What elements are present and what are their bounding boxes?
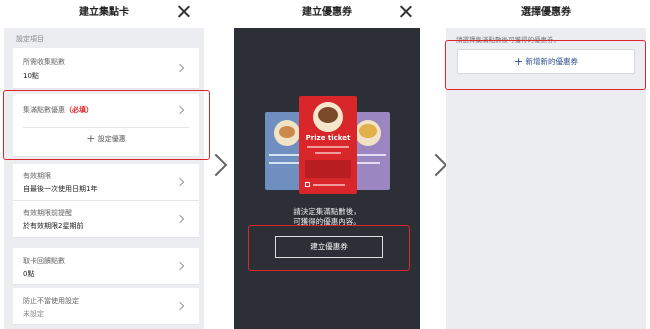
prevent-misuse-row[interactable]: 防止不當使用設定 未設定 [13,288,199,325]
bonus-points-value: 0點 [23,270,35,278]
points-needed-value: 10點 [23,72,39,80]
page-title: 建立優惠券 [302,7,352,18]
reminder-value: 於有效期限2星期前 [23,222,84,230]
reminder-row[interactable]: 有效期限前提醒 於有效期限2星期前 [13,201,199,238]
chevron-right-icon [175,301,185,311]
chevron-right-icon [175,214,185,224]
arrow-right-icon [424,153,448,177]
chevron-right-icon [175,63,185,73]
highlight-box [445,40,646,90]
highlight-box [248,225,410,271]
prevent-misuse-label: 防止不當使用設定 [23,297,79,305]
page-title: 選擇優惠券 [521,7,571,18]
chevron-right-icon [175,261,185,271]
validity-label: 有效期限 [23,172,51,180]
bonus-points-label: 取卡回饋點數 [23,257,65,265]
highlight-box [3,90,210,160]
bonus-points-row[interactable]: 取卡回饋點數 0點 [13,248,199,285]
ticket-title: Prize ticket [305,134,351,142]
points-needed-row[interactable]: 所需收集點數 10點 [13,48,199,89]
instruction-line-1: 請決定集滿點數後， [293,207,361,216]
close-icon[interactable] [176,3,192,21]
coupon-instruction: 請決定集滿點數後， 可獲得的優惠內容。 [234,207,420,227]
prevent-misuse-value: 未設定 [23,310,44,318]
points-needed-label: 所需收集點數 [23,58,65,66]
validity-row[interactable]: 有效期限 自最後一次使用日期1年 [13,164,199,201]
page-title: 建立集點卡 [79,7,129,18]
validity-value: 自最後一次使用日期1年 [23,185,98,193]
chevron-right-icon [175,177,185,187]
close-icon[interactable] [398,3,414,21]
reminder-label: 有效期限前提醒 [23,209,72,217]
ticket-illustration-center: Prize ticket [299,96,357,194]
section-label: 設定項目 [16,35,44,43]
